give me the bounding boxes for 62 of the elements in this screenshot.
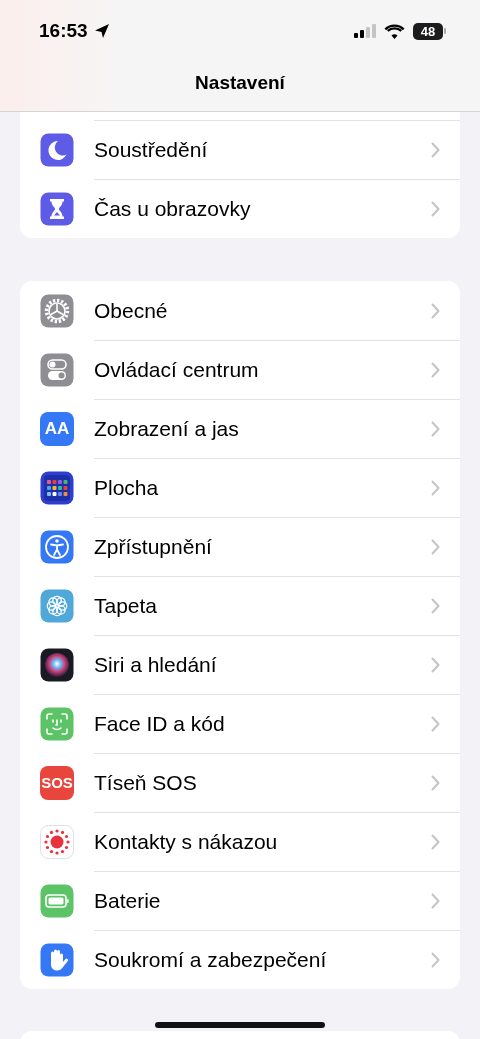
- row-label: Kontakty s nákazou: [94, 830, 279, 854]
- exposure-dots-icon: [40, 824, 74, 859]
- moon-icon: [40, 132, 74, 167]
- settings-row[interactable]: AA Zobrazení a jas: [20, 399, 460, 458]
- row-label: Soukromí a zabezpečení: [94, 948, 328, 972]
- row-label: Zpřístupnění: [94, 535, 213, 559]
- row-label: Plocha: [94, 476, 160, 500]
- settings-row[interactable]: Obecné: [20, 281, 460, 340]
- chevron-icon: [431, 657, 440, 673]
- chevron-icon: [431, 834, 440, 850]
- settings-row[interactable]: Tapeta: [20, 576, 460, 635]
- chevron-icon: [431, 362, 440, 378]
- battery-icon: [40, 883, 74, 918]
- settings-row[interactable]: Soustředění: [20, 120, 460, 179]
- hand-icon: [40, 942, 74, 977]
- signal-icon: [354, 24, 376, 38]
- row-label: Siri a hledání: [94, 653, 218, 677]
- row-label: Face ID a kód: [94, 712, 226, 736]
- row-label: Baterie: [94, 889, 162, 913]
- face-scan-icon: [40, 706, 74, 741]
- battery-level: 48: [413, 22, 443, 40]
- settings-row[interactable]: Siri a hledání: [20, 635, 460, 694]
- chevron-icon: [431, 598, 440, 614]
- row-label: Obecné: [94, 298, 169, 323]
- settings-row[interactable]: Plocha: [20, 458, 460, 517]
- chevron-icon: [431, 480, 440, 496]
- settings-row[interactable]: Ovládací centrum: [20, 340, 460, 399]
- row-label: Tíseň SOS: [94, 771, 198, 795]
- chevron-icon: [431, 716, 440, 732]
- hourglass-icon: [40, 191, 74, 226]
- chevron-icon: [431, 775, 440, 791]
- location-arrow-icon: [93, 23, 110, 39]
- sos-icon: SOS: [40, 765, 74, 800]
- settings-icon: [40, 293, 74, 328]
- chevron-icon: [431, 893, 440, 909]
- row-label: Soustředění: [94, 138, 209, 162]
- settings-row[interactable]: Kontakty s nákazou: [20, 812, 460, 871]
- accessibility-icon: [40, 529, 74, 564]
- page-title: Nastavení: [194, 72, 286, 94]
- settings-row[interactable]: SOS Tíseň SOS: [20, 753, 460, 812]
- chevron-icon: [431, 952, 440, 968]
- chevron-icon: [431, 302, 440, 319]
- chevron-icon: [431, 421, 440, 437]
- row-label: Ovládací centrum: [94, 358, 260, 382]
- orb-icon: [40, 647, 74, 682]
- settings-row[interactable]: Soukromí a zabezpečení: [20, 930, 460, 989]
- settings-row[interactable]: Zpřístupnění: [20, 517, 460, 576]
- settings-row[interactable]: Face ID a kód: [20, 694, 460, 753]
- settings-row[interactable]: Čas u obrazovky: [20, 179, 460, 238]
- chevron-icon: [431, 539, 440, 555]
- wifi-icon: [384, 23, 405, 39]
- settings-row[interactable]: Baterie: [20, 871, 460, 930]
- chevron-icon: [431, 142, 440, 158]
- chevron-icon: [431, 201, 440, 217]
- status-time: 16:53: [39, 20, 88, 42]
- toggles-icon: [40, 352, 74, 387]
- row-label: Čas u obrazovky: [94, 197, 252, 221]
- row-label: Zobrazení a jas: [94, 417, 240, 441]
- text-size-icon: AA: [40, 411, 74, 446]
- row-label: Tapeta: [94, 594, 159, 618]
- app-grid-icon: [40, 470, 74, 505]
- flower-icon: [40, 588, 74, 623]
